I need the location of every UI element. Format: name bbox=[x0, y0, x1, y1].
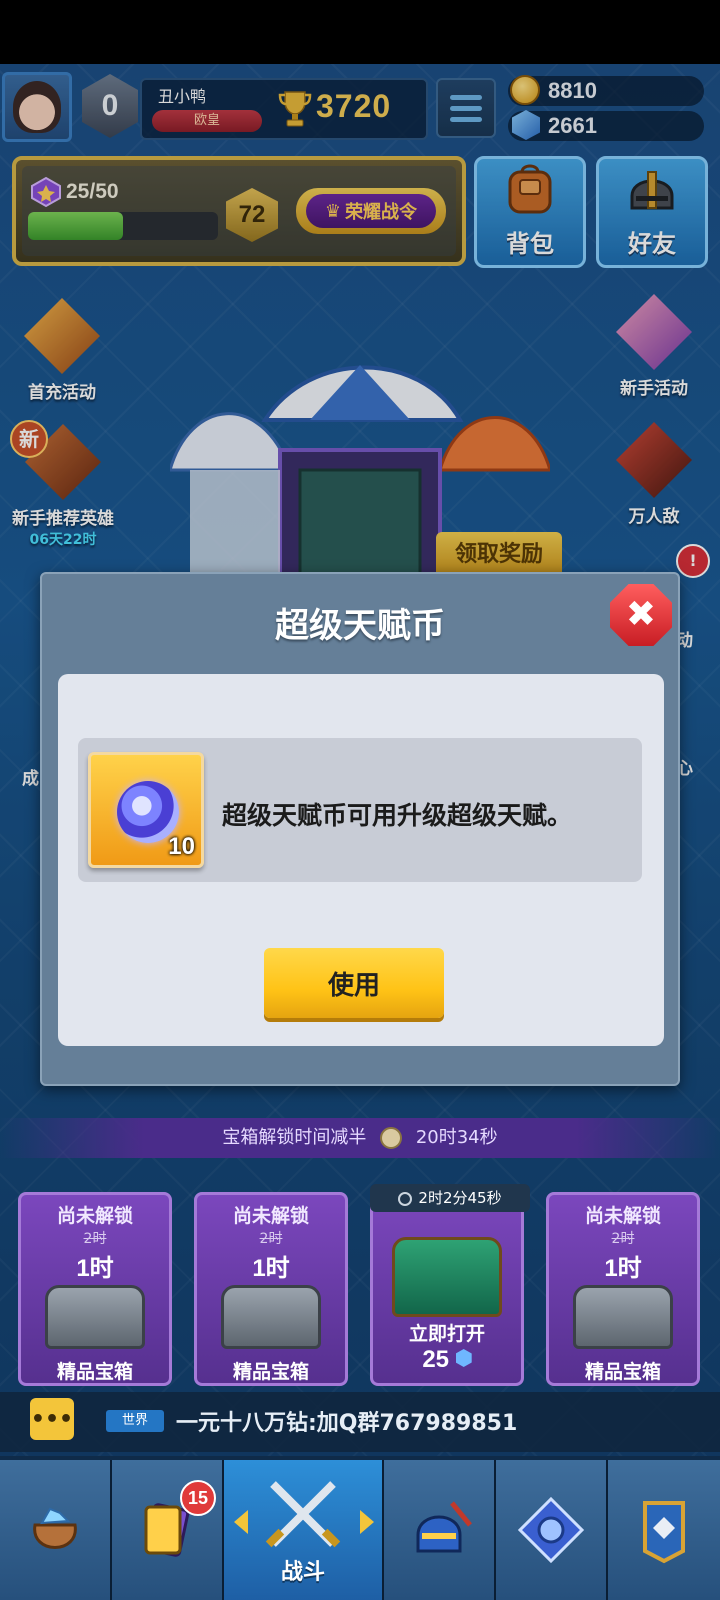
status-bar bbox=[0, 0, 720, 64]
chat-bubble-icon: ••• bbox=[30, 1406, 74, 1432]
nav-tab-shop[interactable] bbox=[0, 1460, 112, 1600]
arrow-left-icon[interactable] bbox=[234, 1510, 248, 1534]
chest-time: 1时 bbox=[76, 1255, 114, 1282]
chest-old-time: 2时 bbox=[259, 1231, 283, 1247]
gem-cost-icon bbox=[455, 1349, 472, 1367]
nav-tab-heroes[interactable] bbox=[384, 1460, 496, 1600]
chest-old-time: 2时 bbox=[83, 1231, 107, 1247]
gem-bag-icon bbox=[33, 1507, 77, 1549]
nav-tab-guild[interactable] bbox=[496, 1460, 608, 1600]
chest-reduce-label: 宝箱解锁时间减半 bbox=[222, 1127, 367, 1148]
silver-chest-icon bbox=[573, 1285, 673, 1349]
chat-button[interactable]: ••• bbox=[30, 1398, 74, 1440]
battle-label: 战斗 bbox=[280, 1560, 325, 1585]
chest-status: 尚未解锁 bbox=[584, 1205, 661, 1227]
open-now-label: 立即打开 bbox=[408, 1323, 485, 1345]
chest-status: 尚未解锁 bbox=[232, 1205, 309, 1227]
compass-emblem-icon bbox=[517, 1496, 585, 1564]
chest-slot-3[interactable]: 立即打开 25 bbox=[370, 1192, 524, 1386]
chest-time: 1时 bbox=[252, 1255, 290, 1282]
knight-helmet-icon bbox=[416, 1501, 472, 1553]
chest-timer: 2时2分45秒 bbox=[370, 1184, 530, 1212]
open-cost: 25 bbox=[373, 1346, 521, 1374]
banner-emblem-icon bbox=[643, 1501, 685, 1564]
item-count: 10 bbox=[168, 833, 195, 860]
stopwatch-icon bbox=[398, 1191, 413, 1206]
chest-name: 精品宝箱 bbox=[232, 1361, 309, 1383]
chest-slot-1[interactable]: 尚未解锁 2时 1时 精品宝箱 bbox=[18, 1192, 172, 1386]
cards-badge: 15 bbox=[180, 1480, 216, 1516]
chest-slot-4[interactable]: 尚未解锁 2时 1时 精品宝箱 bbox=[546, 1192, 700, 1386]
chest-name: 精品宝箱 bbox=[584, 1361, 661, 1383]
use-button[interactable]: 使用 bbox=[264, 948, 444, 1018]
chest-old-time: 2时 bbox=[611, 1231, 635, 1247]
item-description: 超级天赋币可用升级超级天赋。 bbox=[222, 801, 573, 830]
modal-title: 超级天赋币 bbox=[275, 606, 445, 646]
nav-tab-cards[interactable] bbox=[112, 1460, 224, 1600]
chest-time-halved-banner: 宝箱解锁时间减半 20时34秒 bbox=[0, 1118, 720, 1158]
close-icon: ✖ bbox=[625, 594, 657, 635]
silver-chest-icon bbox=[221, 1285, 321, 1349]
arrow-right-icon[interactable] bbox=[360, 1510, 374, 1534]
chat-channel-tag: 世界 bbox=[106, 1410, 164, 1432]
clock-icon bbox=[380, 1127, 403, 1149]
green-chest-icon bbox=[392, 1237, 502, 1317]
nav-tab-ranking[interactable] bbox=[608, 1460, 720, 1600]
chest-name: 精品宝箱 bbox=[56, 1361, 133, 1383]
chest-status: 尚未解锁 bbox=[56, 1205, 133, 1227]
chest-slot-2[interactable]: 尚未解锁 2时 1时 精品宝箱 bbox=[194, 1192, 348, 1386]
chest-reduce-time: 20时34秒 bbox=[415, 1127, 498, 1148]
chat-message: 一元十八万钻:加Q群767989851 bbox=[176, 1411, 518, 1436]
crossed-swords-icon bbox=[265, 1481, 341, 1548]
chest-time: 1时 bbox=[604, 1255, 642, 1282]
silver-chest-icon bbox=[45, 1285, 145, 1349]
super-talent-coin-item[interactable]: 10 bbox=[88, 752, 204, 868]
